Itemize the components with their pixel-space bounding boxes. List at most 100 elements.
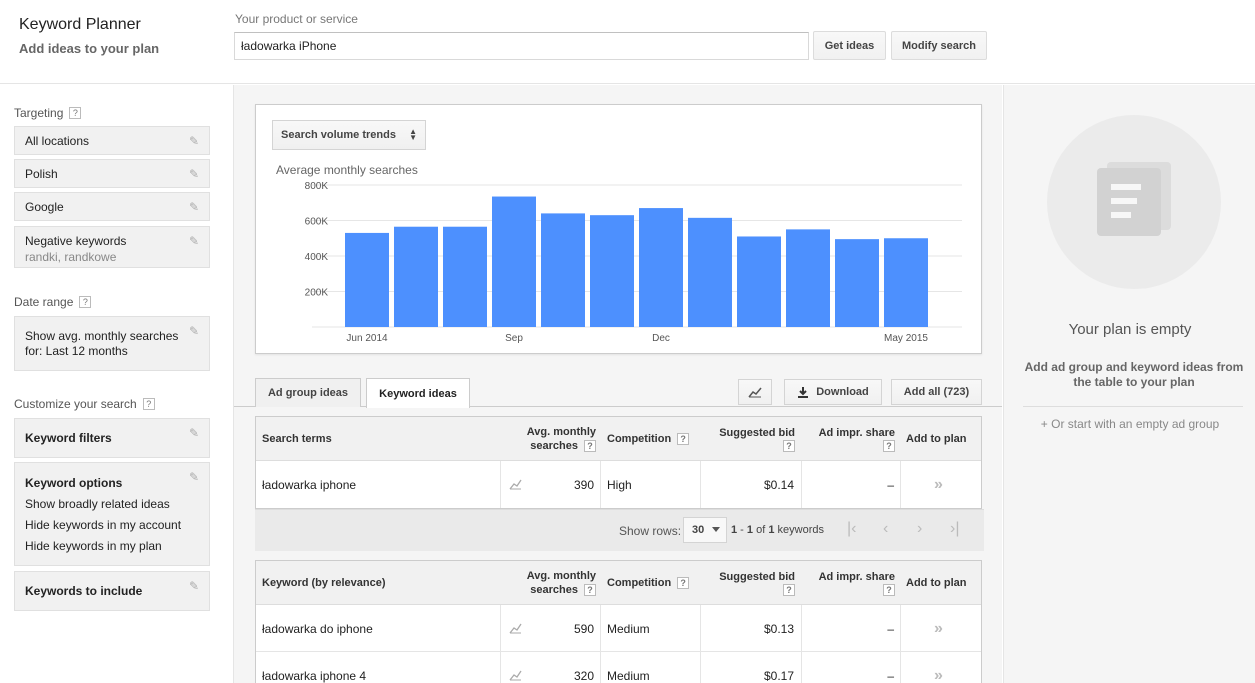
col-avg-monthly[interactable]: Avg. monthly searches?	[506, 417, 596, 461]
searches-cell: 390	[573, 477, 594, 492]
pencil-icon[interactable]: ✎	[189, 471, 201, 483]
customize-heading: Customize your search ?	[14, 397, 155, 411]
col-competition[interactable]: Competition?	[607, 561, 690, 605]
customize-label: Customize your search	[14, 397, 137, 411]
y-tick-label: 800K	[305, 181, 329, 192]
add-to-plan-icon[interactable]: »	[934, 461, 943, 508]
help-icon[interactable]: ?	[584, 584, 596, 596]
col-ad-impr-share[interactable]: Ad impr. share?	[801, 417, 895, 461]
add-to-plan-icon[interactable]: »	[934, 652, 943, 683]
targeting-network[interactable]: Google ✎	[14, 192, 210, 221]
trend-chart-icon[interactable]	[509, 652, 522, 683]
help-icon[interactable]: ?	[883, 440, 895, 452]
col-search-terms[interactable]: Search terms	[262, 417, 332, 461]
bid-cell: $0.14	[763, 477, 794, 492]
keyword-cell: ładowarka do iphone	[262, 621, 373, 636]
competition-cell: Medium	[607, 668, 650, 683]
search-terms-table: Search terms Avg. monthly searches? Compe…	[255, 416, 982, 509]
document-icon	[1097, 168, 1161, 236]
table-row[interactable]: ładowarka iphone 390 High $0.14 – »	[256, 461, 981, 508]
bar-chart: 200K 400K 600K 800K Jun 2014 Sep Dec May 2015	[305, 181, 962, 344]
y-tick-label: 600K	[305, 217, 329, 228]
y-tick-label: 200K	[305, 288, 329, 299]
col-avg-line1: Avg. monthly	[526, 426, 596, 438]
targeting-language[interactable]: Polish ✎	[14, 159, 210, 188]
add-all-button[interactable]: Add all (723)	[891, 379, 982, 405]
help-icon[interactable]: ?	[79, 296, 92, 308]
pencil-icon[interactable]: ✎	[189, 168, 201, 180]
help-icon[interactable]: ?	[783, 584, 795, 596]
table-row[interactable]: ładowarka iphone 4 320 Medium $0.17 – »	[256, 652, 981, 683]
targeting-network-label: Google	[25, 200, 64, 214]
pencil-icon[interactable]: ✎	[189, 580, 201, 592]
start-empty-ad-group-link[interactable]: + Or start with an empty ad group	[1004, 417, 1255, 431]
get-ideas-button[interactable]: Get ideas	[813, 31, 886, 60]
plan-description: Add ad group and keyword ideas from the …	[1024, 360, 1244, 389]
keyword-ideas-table: Keyword (by relevance) Avg. monthly searc…	[255, 560, 982, 683]
keyword-options-box[interactable]: Keyword options Show broadly related ide…	[14, 462, 210, 566]
bar	[737, 236, 781, 327]
left-sidebar: Targeting ? All locations ✎ Polish ✎ Goo…	[0, 85, 234, 683]
add-to-plan-icon[interactable]: »	[934, 605, 943, 652]
show-rows-label: Show rows:	[619, 524, 682, 538]
rows-per-page-select[interactable]: 30	[683, 517, 727, 543]
pencil-icon[interactable]: ✎	[189, 135, 201, 147]
keywords-to-include-box[interactable]: Keywords to include ✎	[14, 571, 210, 611]
tab-ad-group-ideas[interactable]: Ad group ideas	[255, 378, 361, 407]
first-page-icon[interactable]: |‹	[847, 520, 856, 538]
last-page-icon[interactable]: ›|	[950, 520, 959, 538]
keywords-to-include-label: Keywords to include	[25, 584, 143, 598]
pencil-icon[interactable]: ✎	[189, 235, 201, 247]
modify-search-button[interactable]: Modify search	[891, 31, 987, 60]
bar	[443, 226, 487, 327]
trend-chart-icon[interactable]	[509, 605, 522, 652]
targeting-negative-keywords[interactable]: Negative keywords randki, randkowe ✎	[14, 226, 210, 268]
col-competition[interactable]: Competition?	[607, 417, 690, 461]
pencil-icon[interactable]: ✎	[189, 325, 201, 337]
keyword-option: Show broadly related ideas	[25, 497, 170, 511]
help-icon[interactable]: ?	[584, 440, 596, 452]
product-input[interactable]: ładowarka iPhone	[234, 32, 809, 60]
y-tick-label: 400K	[305, 252, 329, 263]
keyword-filters-label: Keyword filters	[25, 431, 112, 445]
prev-page-icon[interactable]: ‹	[883, 520, 888, 538]
table-row[interactable]: ładowarka do iphone 590 Medium $0.13 – »	[256, 605, 981, 652]
col-avg-line2: searches?	[530, 439, 596, 453]
impr-cell: –	[887, 477, 894, 492]
x-tick-label: Sep	[505, 333, 523, 344]
download-label: Download	[816, 386, 869, 398]
help-icon[interactable]: ?	[783, 440, 795, 452]
targeting-label: Targeting	[14, 106, 64, 120]
col-suggested-bid[interactable]: Suggested bid?	[701, 561, 795, 605]
bid-cell: $0.17	[763, 668, 794, 683]
help-icon[interactable]: ?	[677, 433, 690, 445]
competition-cell: High	[607, 477, 632, 492]
trend-chart-icon[interactable]	[509, 461, 522, 508]
help-icon[interactable]: ?	[883, 584, 895, 596]
impr-cell: –	[887, 621, 894, 636]
negative-keywords-label: Negative keywords	[25, 234, 127, 248]
chart-toggle-button[interactable]	[738, 379, 772, 405]
targeting-heading: Targeting ?	[14, 106, 82, 120]
col-suggested-bid[interactable]: Suggested bid?	[701, 417, 795, 461]
pencil-icon[interactable]: ✎	[189, 201, 201, 213]
rows-per-page-value: 30	[692, 524, 705, 536]
col-avg-monthly[interactable]: Avg. monthly searches?	[506, 561, 596, 605]
help-icon[interactable]: ?	[142, 398, 155, 410]
keyword-options-label: Keyword options	[25, 476, 123, 490]
app-title: Keyword Planner	[19, 16, 141, 33]
download-button[interactable]: Download	[784, 379, 882, 405]
help-icon[interactable]: ?	[677, 577, 690, 589]
col-add-to-plan: Add to plan	[906, 433, 967, 445]
chart-icon	[748, 387, 762, 398]
date-range-box[interactable]: Show avg. monthly searches for: Last 12 …	[14, 316, 210, 371]
tab-keyword-ideas[interactable]: Keyword ideas	[366, 378, 470, 408]
bar	[786, 229, 830, 327]
help-icon[interactable]: ?	[69, 107, 82, 119]
col-ad-impr-share[interactable]: Ad impr. share?	[801, 561, 895, 605]
pencil-icon[interactable]: ✎	[189, 427, 201, 439]
col-keyword-relevance[interactable]: Keyword (by relevance)	[262, 561, 386, 605]
next-page-icon[interactable]: ›	[917, 520, 922, 538]
targeting-locations[interactable]: All locations ✎	[14, 126, 210, 155]
keyword-filters-box[interactable]: Keyword filters ✎	[14, 418, 210, 458]
